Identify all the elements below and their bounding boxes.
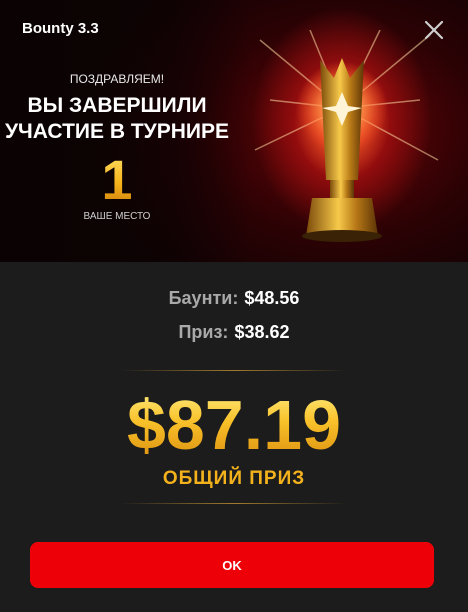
divider-top [120, 370, 348, 371]
finish-place: 1 [0, 150, 234, 210]
bounty-row: Баунти: $48.56 [0, 288, 468, 309]
headline-line-1: ВЫ ЗАВЕРШИЛИ [27, 94, 207, 117]
tournament-result-dialog: Bounty 3.3 ПОЗДРАВЛЯЕМ! ВЫ ЗАВЕРШИЛИ УЧА… [0, 0, 468, 612]
congrats-text: ПОЗДРАВЛЯЕМ! [69, 72, 165, 86]
bounty-value: $48.56 [244, 288, 300, 308]
prize-value: $38.62 [234, 322, 290, 342]
window-title: Bounty 3.3 [22, 20, 99, 37]
finish-place-label: ВАШЕ МЕСТО [83, 211, 151, 222]
prize-row: Приз: $38.62 [0, 322, 468, 343]
prize-label: Приз: [178, 322, 229, 342]
headline-line-2: УЧАСТИЕ В ТУРНИРЕ [4, 120, 230, 143]
bounty-label: Баунти: [168, 288, 239, 308]
close-icon[interactable] [420, 16, 448, 44]
total-prize-label: ОБЩИЙ ПРИЗ [162, 468, 306, 489]
divider-bottom [120, 503, 348, 504]
trophy-icon [254, 30, 439, 242]
headline: ВЫ ЗАВЕРШИЛИ УЧАСТИЕ В ТУРНИРЕ [0, 93, 234, 145]
total-prize-value: $87.19 [0, 385, 468, 465]
ok-button[interactable]: OK [30, 542, 434, 588]
